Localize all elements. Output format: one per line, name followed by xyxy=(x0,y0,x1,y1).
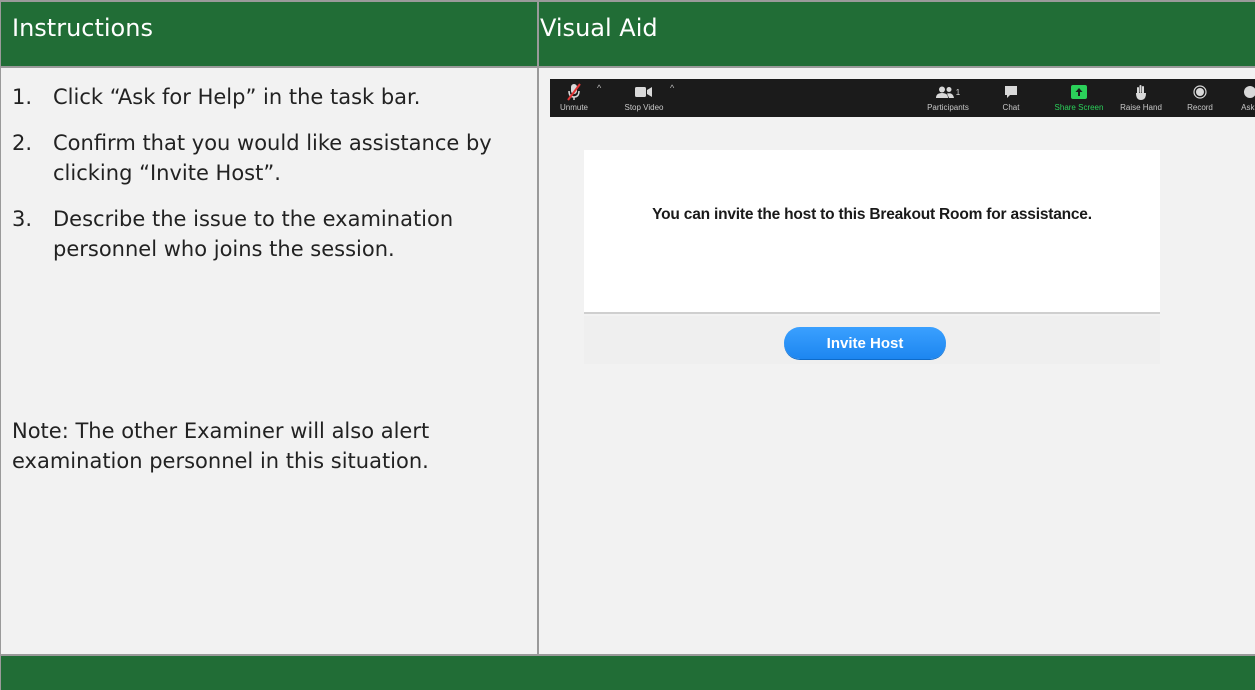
table-body-row: 1. Click “Ask for Help” in the task bar.… xyxy=(1,68,1255,656)
visual-aid-cell: Unmute ^ Stop Video ^ 1 Participants Cha… xyxy=(541,68,1255,656)
step-text: Click “Ask for Help” in the task bar. xyxy=(53,85,421,109)
help-icon xyxy=(1230,83,1255,101)
share-screen-button[interactable]: Share Screen xyxy=(1051,79,1107,117)
chat-label: Chat xyxy=(1002,103,1020,112)
zoom-toolbar: Unmute ^ Stop Video ^ 1 Participants Cha… xyxy=(550,79,1255,117)
footer-bar xyxy=(1,656,1255,690)
steps-list: 1. Click “Ask for Help” in the task bar.… xyxy=(12,82,537,280)
dialog-message: You can invite the host to this Breakout… xyxy=(652,206,1092,223)
step-text: Describe the issue to the examination pe… xyxy=(53,207,454,261)
chevron-up-icon[interactable]: ^ xyxy=(670,83,674,93)
stop-video-label: Stop Video xyxy=(624,103,664,112)
chevron-up-icon[interactable]: ^ xyxy=(597,83,601,93)
table-header-row: Instructions Visual Aid xyxy=(1,0,1255,68)
raise-hand-label: Raise Hand xyxy=(1120,103,1162,112)
unmute-label: Unmute xyxy=(559,103,588,112)
step-item: 1. Click “Ask for Help” in the task bar. xyxy=(12,82,537,112)
record-label: Record xyxy=(1187,103,1213,112)
step-number: 2. xyxy=(12,131,33,155)
invite-host-button[interactable]: Invite Host xyxy=(784,327,946,359)
ask-for-help-button[interactable]: Ask f xyxy=(1230,79,1255,117)
step-item: 3. Describe the issue to the examination… xyxy=(12,204,537,264)
step-text: Confirm that you would like assistance b… xyxy=(53,131,492,185)
participants-label: Participants xyxy=(927,103,969,112)
raise-hand-button[interactable]: Raise Hand xyxy=(1117,79,1165,117)
participants-count: 1 xyxy=(955,87,961,97)
stop-video-button[interactable]: Stop Video xyxy=(620,79,668,117)
chat-button[interactable]: Chat xyxy=(996,79,1026,117)
hand-icon xyxy=(1117,83,1165,101)
visual-aid-heading: Visual Aid xyxy=(540,14,658,42)
instructions-heading: Instructions xyxy=(1,2,539,66)
participants-icon: 1 xyxy=(920,83,976,101)
ask-for-help-label: Ask f xyxy=(1241,103,1255,112)
unmute-button[interactable]: Unmute xyxy=(554,79,594,117)
step-number: 3. xyxy=(12,207,33,231)
invite-host-dialog: You can invite the host to this Breakout… xyxy=(584,150,1160,314)
record-icon xyxy=(1180,83,1220,101)
muted-microphone-icon xyxy=(554,83,594,101)
step-item: 2. Confirm that you would like assistanc… xyxy=(12,128,537,188)
dialog-footer: Invite Host xyxy=(584,316,1160,364)
share-screen-label: Share Screen xyxy=(1054,103,1104,112)
share-screen-icon xyxy=(1051,83,1107,101)
step-number: 1. xyxy=(12,85,33,109)
participants-button[interactable]: 1 Participants xyxy=(920,79,976,117)
instructions-table: Instructions Visual Aid 1. Click “Ask fo… xyxy=(0,0,1255,690)
video-camera-icon xyxy=(620,83,668,101)
instructions-cell: 1. Click “Ask for Help” in the task bar.… xyxy=(1,68,539,656)
note-text: Note: The other Examiner will also alert… xyxy=(12,419,430,473)
chat-bubble-icon xyxy=(996,83,1026,101)
record-button[interactable]: Record xyxy=(1180,79,1220,117)
